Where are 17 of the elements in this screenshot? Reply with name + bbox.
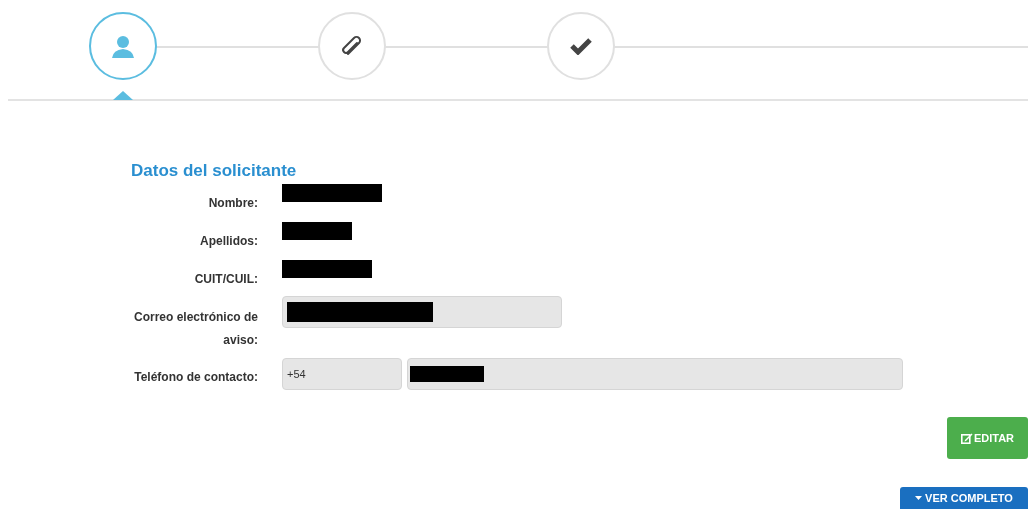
section-title: Datos del solicitante xyxy=(131,160,298,182)
caret-icon xyxy=(915,496,923,500)
field-label: Nombre: xyxy=(207,195,258,212)
phone-number-field[interactable] xyxy=(407,358,903,390)
field-label: CUIT/CUIL: xyxy=(193,271,258,288)
email-field[interactable] xyxy=(282,296,562,328)
edit-button[interactable]: EDITAR xyxy=(947,417,1028,459)
checkmark-icon xyxy=(570,37,592,55)
field-label: Apellidos: xyxy=(199,233,258,250)
redaction-bar xyxy=(282,222,352,240)
edit-icon xyxy=(960,432,973,444)
field-label: Correo electrónico de aviso: xyxy=(132,309,258,349)
field-label: Teléfono de contacto: xyxy=(133,369,258,386)
area-code-field[interactable]: +54 xyxy=(282,358,402,390)
step-pointer xyxy=(113,91,133,100)
user-icon xyxy=(110,34,136,58)
view-full-button[interactable]: VER COMPLETO xyxy=(900,487,1028,509)
